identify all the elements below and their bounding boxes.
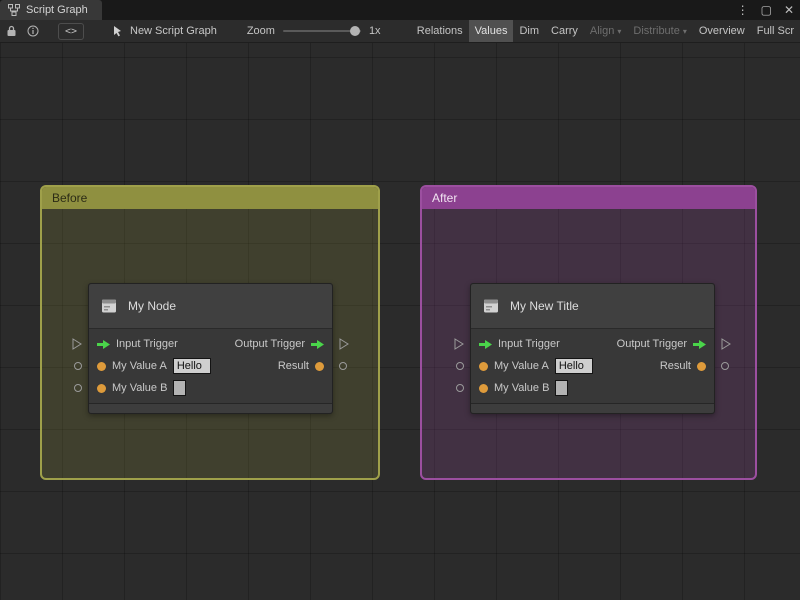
- group-after-header[interactable]: After: [422, 187, 755, 209]
- tab-title: Script Graph: [26, 4, 88, 16]
- lock-icon[interactable]: [0, 20, 22, 42]
- value-output-port-result[interactable]: [721, 362, 729, 370]
- graph-name-button[interactable]: New Script Graph: [112, 25, 217, 37]
- node-header[interactable]: My New Title: [471, 284, 714, 329]
- value-port-icon[interactable]: [697, 361, 706, 371]
- value-input-port-a[interactable]: [74, 362, 82, 370]
- values-button[interactable]: Values: [468, 20, 514, 42]
- overview-button[interactable]: Overview: [693, 20, 751, 42]
- group-before-header[interactable]: Before: [42, 187, 378, 209]
- value-port-icon[interactable]: [315, 361, 324, 371]
- value-port-icon[interactable]: [97, 361, 106, 371]
- control-input-port[interactable]: [72, 338, 82, 350]
- carry-button[interactable]: Carry: [545, 20, 584, 42]
- graph-name-label: New Script Graph: [130, 25, 217, 37]
- node-header[interactable]: My Node: [89, 284, 332, 329]
- code-preview-button[interactable]: <>: [58, 22, 84, 40]
- unit-icon: [481, 296, 501, 316]
- dim-button[interactable]: Dim: [513, 20, 545, 42]
- control-output-port[interactable]: [721, 338, 731, 350]
- value-a-row: My Value A Result: [89, 355, 332, 377]
- distribute-button[interactable]: Distribute ▾: [627, 20, 692, 42]
- node-title: My Node: [128, 299, 177, 313]
- chevron-down-icon: ▾: [682, 26, 687, 36]
- value-input-port-b[interactable]: [74, 384, 82, 392]
- control-output-port[interactable]: [339, 338, 349, 350]
- value-b-row: My Value B: [471, 377, 714, 399]
- flow-in-icon[interactable]: [97, 339, 110, 349]
- zoom-slider[interactable]: [282, 26, 361, 36]
- flow-out-icon[interactable]: [693, 339, 706, 349]
- value-port-icon[interactable]: [479, 361, 488, 371]
- value-a-input[interactable]: [554, 358, 593, 374]
- zoom-slider-knob[interactable]: [350, 26, 361, 36]
- menu-icon[interactable]: ⋮: [731, 3, 755, 17]
- zoom-value: 1x: [368, 25, 381, 37]
- node-footer: [471, 403, 714, 413]
- value-a-input[interactable]: [172, 358, 211, 374]
- value-port-icon[interactable]: [479, 383, 488, 393]
- relations-button[interactable]: Relations: [411, 20, 469, 42]
- value-port-icon[interactable]: [97, 383, 106, 393]
- fullscreen-button[interactable]: Full Scr: [751, 20, 800, 42]
- graph-toolbar: <> New Script Graph Zoom 1x Relations Va…: [0, 20, 800, 43]
- value-b-input[interactable]: [173, 380, 187, 396]
- zoom-label: Zoom: [246, 25, 275, 37]
- group-title: After: [432, 191, 458, 205]
- info-icon[interactable]: [22, 20, 44, 42]
- node-title: My New Title: [510, 299, 579, 313]
- graph-canvas[interactable]: Before After My Node Input Trigger Outpu…: [0, 43, 800, 600]
- window-tab-bar: Script Graph ⋮ ▢ ✕: [0, 0, 800, 20]
- node-footer: [89, 403, 332, 413]
- value-input-port-b[interactable]: [456, 384, 464, 392]
- code-icon: <>: [64, 25, 78, 37]
- chevron-down-icon: ▾: [617, 26, 622, 36]
- maximize-icon[interactable]: ▢: [755, 3, 778, 17]
- flow-in-icon[interactable]: [479, 339, 492, 349]
- value-output-port-result[interactable]: [339, 362, 347, 370]
- script-graph-icon: [8, 4, 20, 16]
- value-a-row: My Value A Result: [471, 355, 714, 377]
- control-input-port[interactable]: [454, 338, 464, 350]
- value-input-port-a[interactable]: [456, 362, 464, 370]
- close-icon[interactable]: ✕: [778, 3, 800, 17]
- graph-pointer-icon: [112, 25, 124, 37]
- tab-script-graph[interactable]: Script Graph: [0, 0, 102, 20]
- flow-out-icon[interactable]: [311, 339, 324, 349]
- trigger-row: Input Trigger Output Trigger: [89, 333, 332, 355]
- value-b-input[interactable]: [555, 380, 569, 396]
- unit-icon: [99, 296, 119, 316]
- trigger-row: Input Trigger Output Trigger: [471, 333, 714, 355]
- align-button[interactable]: Align ▾: [584, 20, 627, 42]
- group-title: Before: [52, 191, 88, 205]
- value-b-row: My Value B: [89, 377, 332, 399]
